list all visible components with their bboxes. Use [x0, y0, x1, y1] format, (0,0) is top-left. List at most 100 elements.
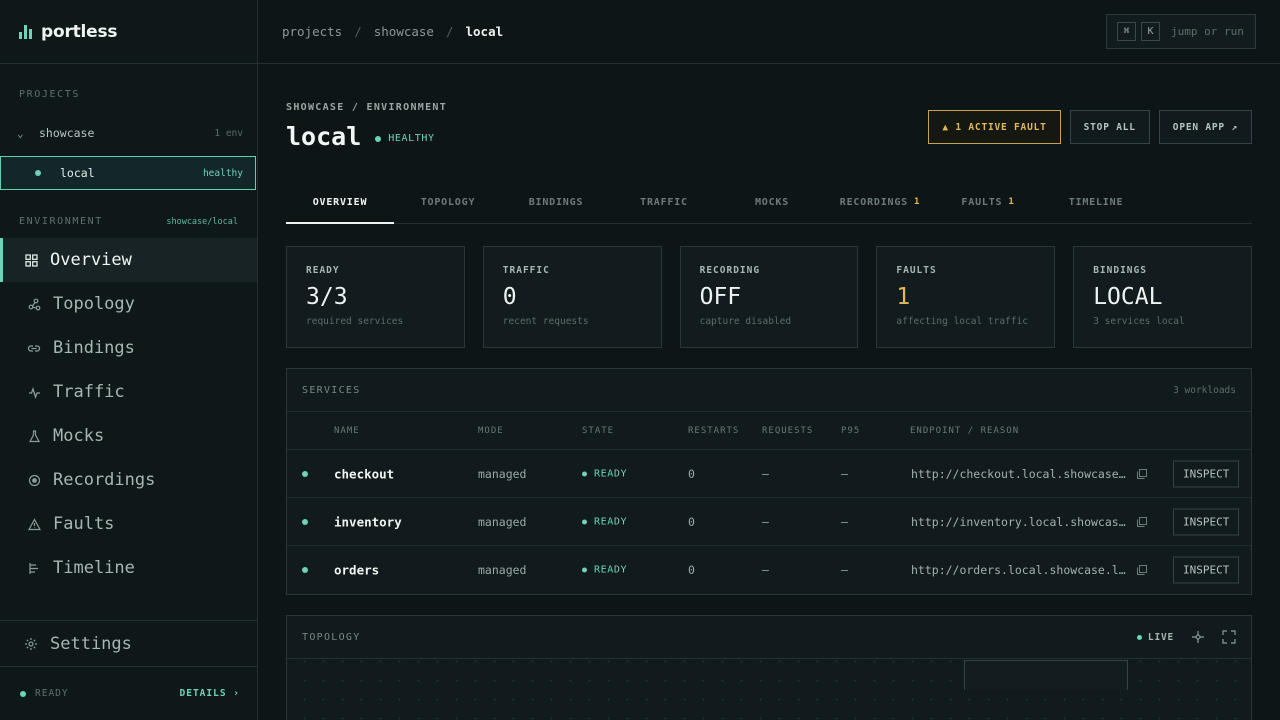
- tab-traffic[interactable]: TRAFFIC: [610, 181, 718, 223]
- services-panel: SERVICES 3 workloads NAME MODE STATE RES…: [286, 368, 1252, 595]
- sidebar: portless PROJECTS ⌄ showcase 1 env local…: [0, 0, 258, 720]
- tab-recordings[interactable]: RECORDINGS 1: [826, 181, 934, 223]
- stat-value: OFF: [699, 284, 742, 310]
- status-dot: [35, 170, 41, 176]
- tab-faults[interactable]: FAULTS 1: [934, 181, 1042, 223]
- inspect-button[interactable]: INSPECT: [1173, 508, 1240, 535]
- live-dot: [1136, 634, 1142, 640]
- brand[interactable]: portless: [0, 0, 257, 64]
- tab-mocks[interactable]: MOCKS: [718, 181, 826, 223]
- command-palette-button[interactable]: ⌘ K jump or run: [1106, 14, 1256, 49]
- topology-node[interactable]: [964, 660, 1128, 690]
- state-text: READY: [594, 564, 628, 576]
- tab-topology[interactable]: TOPOLOGY: [394, 181, 502, 223]
- stat-cards: READY 3/3 required services TRAFFIC 0 re…: [286, 246, 1252, 348]
- tab-label: TRAFFIC: [640, 196, 688, 208]
- page-eyebrow: SHOWCASE / ENVIRONMENT: [286, 102, 448, 113]
- breadcrumb: projects / showcase / local: [282, 24, 503, 39]
- sidebar-item-label: Timeline: [53, 558, 135, 578]
- sidebar-item-label: Recordings: [53, 470, 156, 490]
- service-restarts: 0: [688, 466, 695, 481]
- service-endpoint[interactable]: http://inventory.local.showcase.localhos…: [911, 515, 1126, 529]
- project-name: showcase: [39, 126, 95, 140]
- recenter-icon[interactable]: [1191, 630, 1205, 644]
- breadcrumb-showcase[interactable]: showcase: [374, 24, 434, 39]
- open-app-button[interactable]: OPEN APP ↗: [1158, 110, 1252, 144]
- sidebar-item-faults[interactable]: Faults: [0, 502, 257, 546]
- sidebar-item-label: Topology: [53, 294, 135, 314]
- services-count: 3 workloads: [1173, 384, 1236, 396]
- env-local[interactable]: local healthy: [0, 156, 256, 190]
- copy-icon[interactable]: [1136, 516, 1148, 528]
- stat-subtext: 3 services local: [1093, 316, 1185, 327]
- service-endpoint[interactable]: http://orders.local.showcase.localhost: [911, 563, 1126, 577]
- column-header: RESTARTS: [688, 425, 740, 436]
- details-link[interactable]: DETAILS ›: [180, 688, 240, 699]
- warning-icon: [27, 517, 41, 531]
- stat-label: RECORDING: [699, 265, 761, 276]
- service-endpoint[interactable]: http://checkout.local.showcase.localhost: [911, 467, 1126, 481]
- services-header: SERVICES 3 workloads: [287, 369, 1251, 412]
- project-showcase[interactable]: ⌄ showcase 1 env: [0, 122, 258, 144]
- tab-label: FAULTS: [961, 196, 1003, 208]
- tab-timeline[interactable]: TIMELINE: [1042, 181, 1150, 223]
- health-badge: HEALTHY: [375, 133, 434, 144]
- copy-icon[interactable]: [1136, 564, 1148, 576]
- tab-overview[interactable]: OVERVIEW: [286, 181, 394, 224]
- table-row[interactable]: orders managed READY 0 — — http://orders…: [287, 546, 1251, 594]
- service-requests: —: [762, 514, 769, 529]
- service-name: orders: [334, 562, 380, 578]
- tab-label: MOCKS: [754, 196, 790, 208]
- flask-icon: [27, 429, 41, 443]
- sidebar-item-bindings[interactable]: Bindings: [0, 326, 257, 370]
- service-p95: —: [841, 466, 848, 481]
- service-restarts: 0: [688, 514, 695, 529]
- stat-value: 3/3: [306, 284, 348, 310]
- service-mode: managed: [478, 466, 527, 481]
- breadcrumb-separator: /: [445, 24, 454, 39]
- table-row[interactable]: inventory managed READY 0 — — http://inv…: [287, 498, 1251, 546]
- inspect-button[interactable]: INSPECT: [1173, 460, 1240, 487]
- breadcrumb-projects[interactable]: projects: [282, 24, 342, 39]
- copy-icon[interactable]: [1136, 468, 1148, 480]
- pulse-icon: [27, 385, 41, 399]
- active-fault-button[interactable]: ▲ 1 ACTIVE FAULT: [928, 110, 1061, 144]
- sidebar-nav: Overview Topology Bindings Traffic Mocks: [0, 238, 257, 590]
- sidebar-item-timeline[interactable]: Timeline: [0, 546, 257, 590]
- services-table-header: NAME MODE STATE RESTARTS REQUESTS P95 EN…: [287, 412, 1251, 450]
- inspect-button[interactable]: INSPECT: [1173, 556, 1240, 584]
- sidebar-item-topology[interactable]: Topology: [0, 282, 257, 326]
- stat-value: LOCAL: [1093, 284, 1163, 310]
- tab-label: OVERVIEW: [312, 196, 368, 208]
- brand-name: portless: [41, 21, 118, 42]
- sidebar-item-settings[interactable]: Settings: [0, 620, 257, 666]
- link-icon: [27, 341, 41, 355]
- stat-card-recording: RECORDING OFF capture disabled: [679, 246, 859, 348]
- stat-card-ready: READY 3/3 required services: [286, 246, 465, 348]
- tab-badge: 1: [914, 197, 921, 207]
- sidebar-item-overview[interactable]: Overview: [0, 238, 257, 282]
- stat-value: 0: [502, 284, 517, 310]
- sidebar-item-label: Bindings: [53, 338, 135, 358]
- stat-subtext: recent requests: [502, 316, 589, 327]
- status-dot: [20, 690, 26, 697]
- column-header: NAME: [334, 425, 360, 436]
- sidebar-item-mocks[interactable]: Mocks: [0, 414, 257, 458]
- topology-controls: LIVE: [1136, 630, 1236, 644]
- breadcrumb-separator: /: [354, 24, 362, 39]
- stop-all-button[interactable]: STOP ALL: [1069, 110, 1150, 144]
- environment-header: ENVIRONMENT showcase/local: [19, 216, 238, 227]
- table-row[interactable]: checkout managed READY 0 — — http://chec…: [287, 450, 1251, 498]
- service-p95: —: [841, 514, 848, 529]
- sidebar-item-traffic[interactable]: Traffic: [0, 370, 257, 414]
- title-row: local HEALTHY: [286, 122, 435, 151]
- timeline-icon: [27, 561, 41, 575]
- sidebar-item-recordings[interactable]: Recordings: [0, 458, 257, 502]
- live-indicator: LIVE: [1136, 632, 1174, 643]
- stat-card-bindings: BINDINGS LOCAL 3 services local: [1073, 246, 1252, 348]
- fullscreen-icon[interactable]: [1222, 630, 1236, 644]
- breadcrumb-current: local: [465, 24, 504, 39]
- service-p95: —: [841, 563, 848, 577]
- tab-bindings[interactable]: BINDINGS: [502, 181, 610, 223]
- column-header: STATE: [582, 425, 615, 436]
